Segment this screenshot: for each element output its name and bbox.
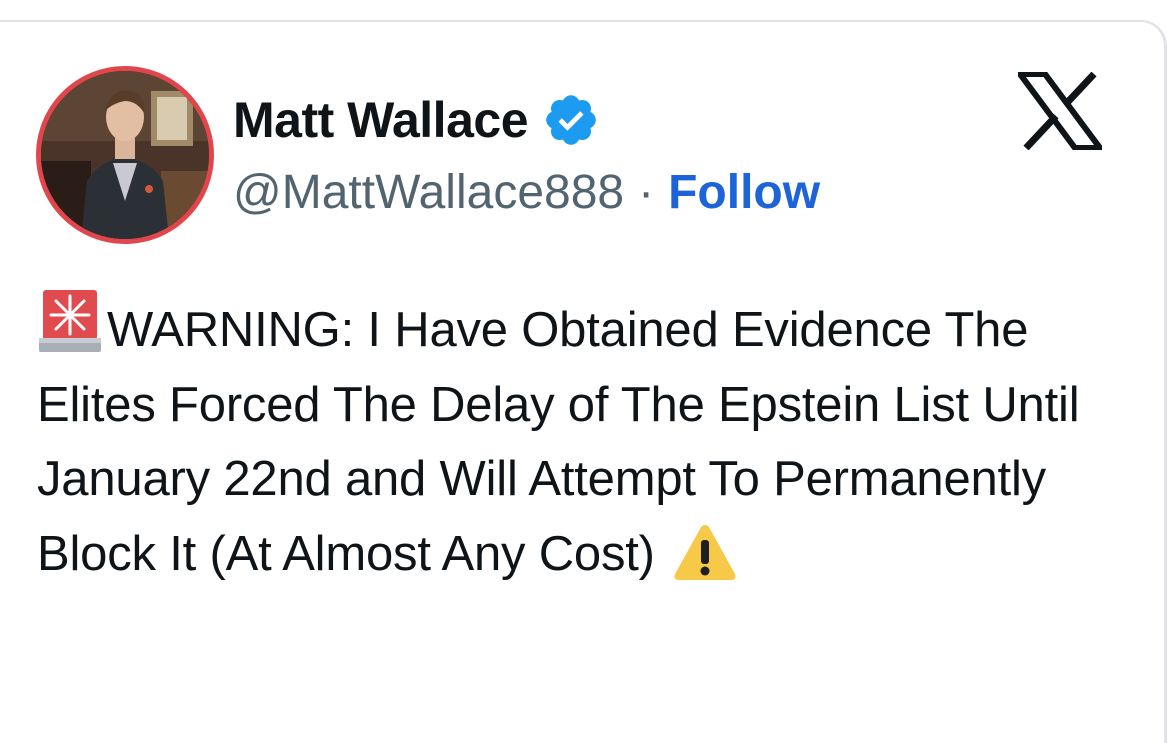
- embedded-post-screen: Matt Wallace @MattWallace888 · Follow WA…: [0, 0, 1170, 743]
- follow-button[interactable]: Follow: [668, 165, 820, 220]
- verified-badge-icon: [542, 91, 600, 149]
- x-logo-icon[interactable]: [1014, 71, 1106, 151]
- author-name[interactable]: Matt Wallace: [233, 91, 529, 149]
- separator-dot: ·: [638, 165, 655, 219]
- rotating-light-icon: [37, 288, 103, 354]
- handle-row: @MattWallace888 · Follow: [233, 162, 820, 222]
- post-body-text: WARNING: I Have Obtained Evidence The El…: [37, 303, 1080, 581]
- warning-icon: [673, 522, 737, 582]
- author-row: Matt Wallace: [233, 90, 600, 150]
- post-text: WARNING: I Have Obtained Evidence The El…: [37, 288, 1117, 591]
- avatar-photo: [41, 71, 209, 239]
- author-handle[interactable]: @MattWallace888: [233, 165, 624, 220]
- avatar[interactable]: [36, 66, 214, 244]
